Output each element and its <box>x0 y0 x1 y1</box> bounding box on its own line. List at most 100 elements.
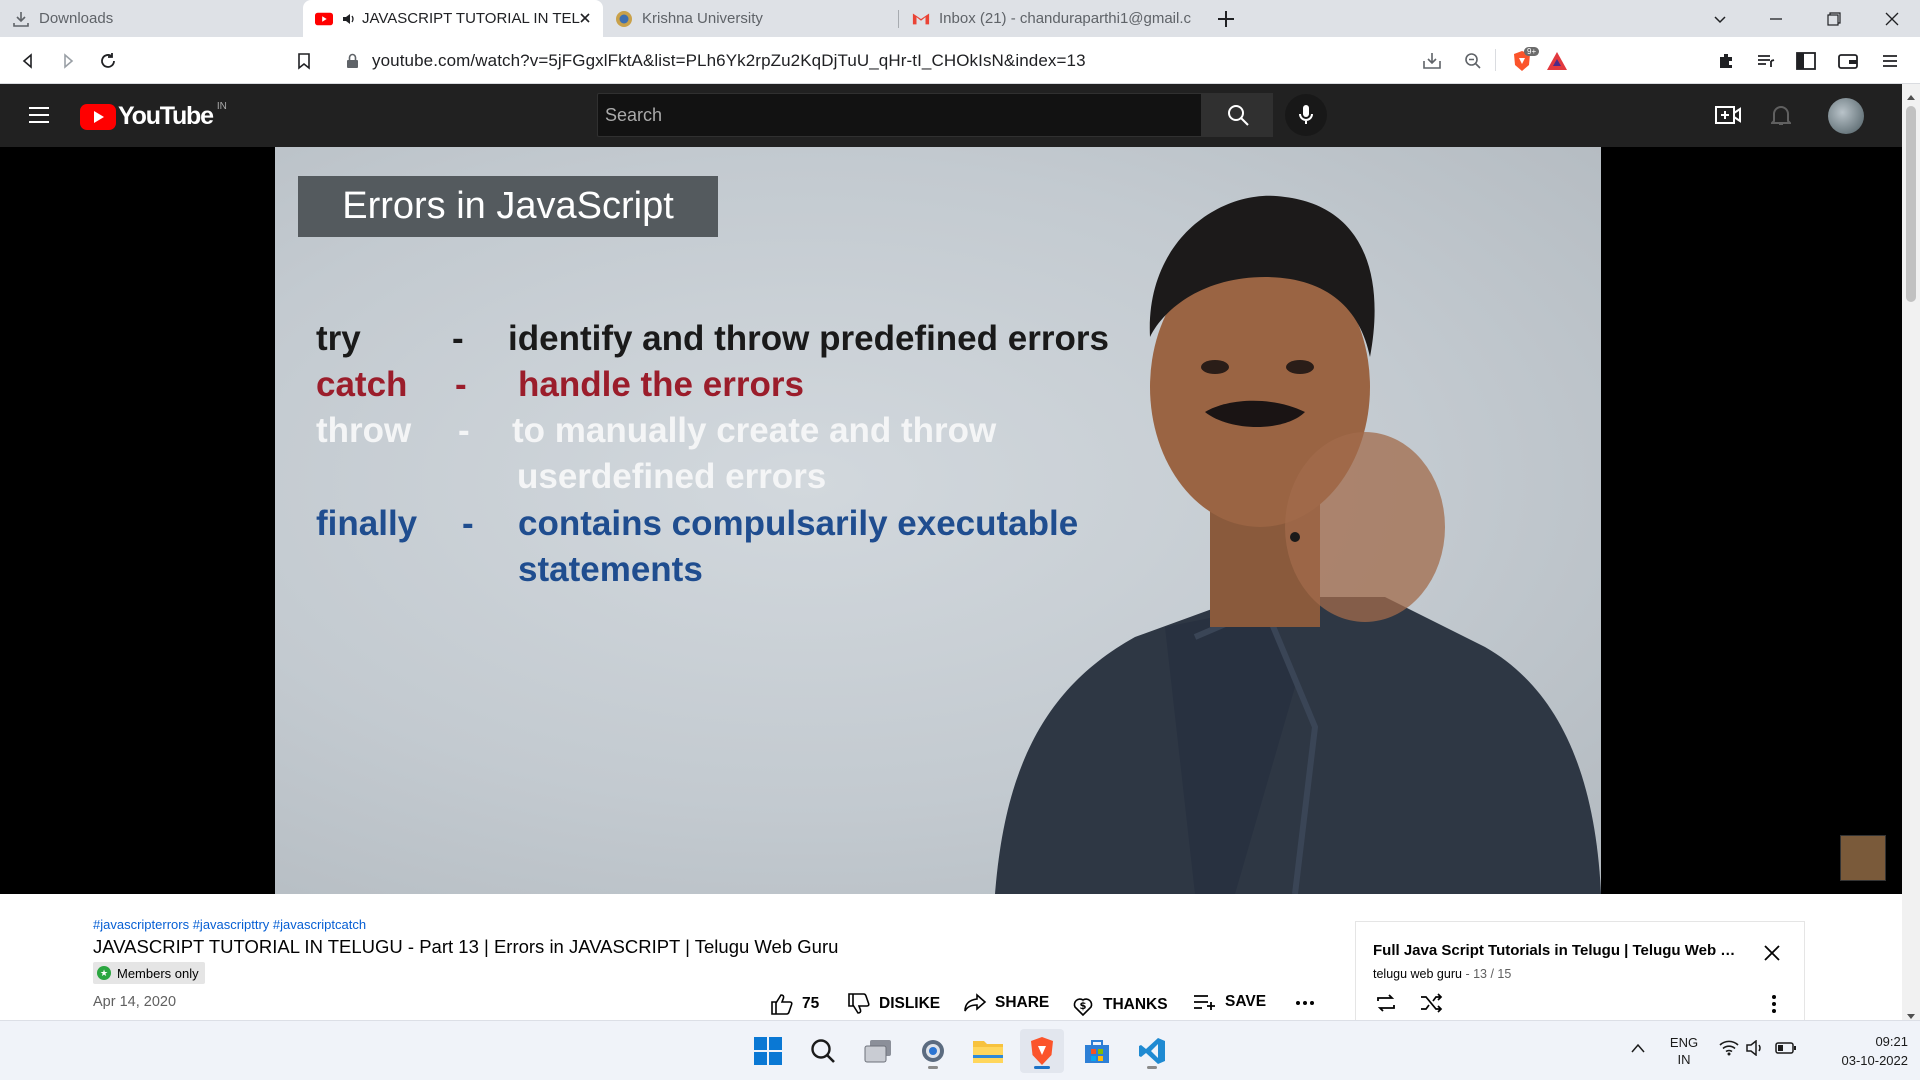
presenter-image <box>995 195 1601 894</box>
region-code-label: IN <box>1677 1052 1691 1067</box>
taskbar-search-icon[interactable] <box>801 1029 845 1073</box>
members-only-badge: ★ Members only <box>93 962 205 984</box>
dislike-label: DISLIKE <box>879 995 941 1012</box>
create-video-icon[interactable] <box>1715 104 1741 131</box>
star-icon: ★ <box>97 966 111 980</box>
zoom-icon[interactable] <box>1464 52 1482 75</box>
scroll-up-arrow-icon[interactable] <box>1906 88 1916 106</box>
slide-keyword: catch <box>316 365 408 404</box>
share-label: SHARE <box>995 994 1050 1011</box>
slide-keyword: finally <box>316 504 418 543</box>
sidebar-icon[interactable] <box>1788 43 1824 79</box>
thanks-button[interactable]: $ THANKS <box>1071 993 1168 1017</box>
search-input[interactable]: Search <box>597 93 1202 137</box>
active-indicator <box>1034 1066 1050 1069</box>
tab-gmail-inbox[interactable]: Inbox (21) - chanduraparthi1@gmail.c <box>900 0 1200 37</box>
video-info: #javascripterrors #javascripttry #javasc… <box>0 894 1902 1031</box>
loop-playlist-icon[interactable] <box>1374 992 1398 1019</box>
start-icon[interactable] <box>746 1029 790 1073</box>
playlist-menu-icon[interactable] <box>1771 994 1777 1019</box>
brave-rewards-icon[interactable] <box>1546 51 1568 76</box>
share-button[interactable]: SHARE <box>963 993 1049 1013</box>
notifications-icon[interactable] <box>1769 103 1793 132</box>
members-only-label: Members only <box>117 965 199 981</box>
slide-dash: - <box>452 319 464 358</box>
thanks-label: THANKS <box>1103 996 1168 1013</box>
playlist-position: - 13 / 15 <box>1465 967 1512 981</box>
reload-icon[interactable] <box>90 43 126 79</box>
youtube-logo[interactable]: YouTube IN <box>80 101 227 131</box>
wifi-icon[interactable] <box>1719 1040 1739 1061</box>
system-clock[interactable]: 09:21 03-10-2022 <box>1812 1032 1909 1070</box>
browser-tab-bar: Downloads JAVASCRIPT TUTORIAL IN TELU Kr… <box>0 0 1920 37</box>
extensions-icon[interactable] <box>1708 43 1744 79</box>
video-player[interactable]: Errors in JavaScript try - identify and … <box>0 147 1902 894</box>
region-code: IN <box>216 101 227 112</box>
clock-time: 09:21 <box>1875 1034 1908 1049</box>
close-tab-icon[interactable] <box>577 10 593 30</box>
microphone-icon <box>1299 105 1313 124</box>
playlist-title[interactable]: Full Java Script Tutorials in Telugu | T… <box>1373 942 1743 959</box>
show-hidden-icons-icon[interactable] <box>1630 1041 1646 1059</box>
slide-dash: - <box>462 504 474 543</box>
file-explorer-icon[interactable] <box>966 1029 1010 1073</box>
like-button[interactable]: 75 <box>770 993 819 1015</box>
guide-menu-icon[interactable] <box>28 106 50 129</box>
voice-search-button[interactable] <box>1285 94 1327 136</box>
upload-date: Apr 14, 2020 <box>93 994 177 1010</box>
tab-krishna-university[interactable]: Krishna University <box>603 0 893 37</box>
media-controls-icon[interactable] <box>1748 43 1784 79</box>
bookmark-icon[interactable] <box>286 43 322 79</box>
running-indicator <box>1147 1066 1157 1069</box>
install-app-icon[interactable] <box>1422 52 1442 75</box>
shuffle-icon[interactable] <box>1419 992 1443 1019</box>
volume-icon[interactable] <box>1746 1039 1766 1061</box>
tab-downloads[interactable]: Downloads <box>0 0 300 37</box>
svg-text:$: $ <box>1080 1001 1087 1012</box>
channel-watermark[interactable] <box>1840 835 1886 881</box>
vscode-icon[interactable] <box>1130 1029 1174 1073</box>
tab-title: Inbox (21) - chanduraparthi1@gmail.c <box>939 10 1192 27</box>
tab-title: JAVASCRIPT TUTORIAL IN TELU <box>362 10 580 27</box>
video-frame[interactable]: Errors in JavaScript try - identify and … <box>275 147 1601 894</box>
brave-browser-icon[interactable] <box>1020 1029 1064 1073</box>
slide-text: userdefined errors <box>517 457 827 496</box>
playlist-channel[interactable]: telugu web guru <box>1373 967 1462 981</box>
menu-icon[interactable] <box>1872 43 1908 79</box>
audio-playing-icon[interactable] <box>342 12 356 26</box>
minimize-icon[interactable] <box>1748 0 1804 37</box>
tab-search-icon[interactable] <box>1692 0 1748 37</box>
save-button[interactable]: SAVE <box>1193 993 1266 1011</box>
windows-taskbar: ENG IN 09:21 03-10-2022 <box>0 1020 1920 1080</box>
share-icon <box>964 993 987 1012</box>
search-button[interactable] <box>1202 93 1273 137</box>
lock-icon[interactable] <box>346 53 359 74</box>
slide-text: statements <box>518 550 703 589</box>
dislike-button[interactable]: DISLIKE <box>847 993 940 1015</box>
close-playlist-icon[interactable] <box>1763 944 1781 967</box>
settings-gear-icon[interactable] <box>911 1029 955 1073</box>
microsoft-store-icon[interactable] <box>1075 1029 1119 1073</box>
brave-shields-icon[interactable]: 9+ <box>1510 47 1540 78</box>
restore-icon[interactable] <box>1806 0 1862 37</box>
playlist-panel: Full Java Script Tutorials in Telugu | T… <box>1355 921 1805 1031</box>
task-view-icon[interactable] <box>856 1029 900 1073</box>
avatar[interactable] <box>1828 98 1864 134</box>
back-icon[interactable] <box>10 43 46 79</box>
new-tab-icon[interactable] <box>1215 8 1237 35</box>
slide-text: to manually create and throw <box>512 411 997 450</box>
address-bar[interactable]: youtube.com/watch?v=5jFGgxlFktA&list=PLh… <box>332 44 1590 78</box>
input-language[interactable]: ENG IN <box>1664 1034 1704 1068</box>
more-actions-button[interactable] <box>1294 992 1324 1014</box>
slide-dash: - <box>455 365 467 404</box>
youtube-header: YouTube IN Search <box>0 84 1902 147</box>
scrollbar-thumb[interactable] <box>1906 106 1916 302</box>
slide-text: handle the errors <box>518 365 804 404</box>
tab-youtube-video[interactable]: JAVASCRIPT TUTORIAL IN TELU <box>303 0 603 37</box>
page-scrollbar[interactable] <box>1902 84 1920 1020</box>
video-hashtags[interactable]: #javascripterrors #javascripttry #javasc… <box>93 917 366 932</box>
battery-icon[interactable] <box>1775 1041 1797 1060</box>
wallet-icon[interactable] <box>1830 43 1866 79</box>
close-window-icon[interactable] <box>1864 0 1920 37</box>
forward-icon[interactable] <box>50 43 86 79</box>
